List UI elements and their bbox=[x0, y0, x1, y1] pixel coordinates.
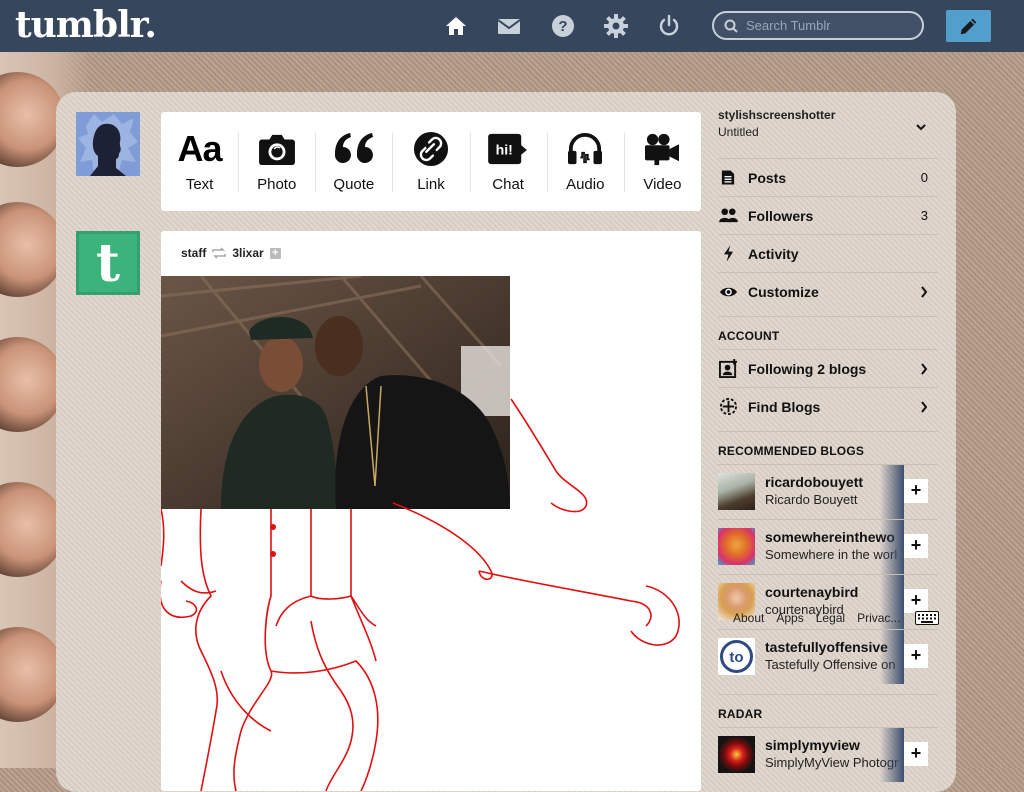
user-avatar[interactable] bbox=[76, 112, 140, 176]
add-user-icon bbox=[718, 359, 738, 379]
sidebar-item-label: Following 2 blogs bbox=[748, 360, 867, 377]
people-icon bbox=[718, 206, 738, 226]
follow-button[interactable]: + bbox=[904, 742, 928, 766]
footer-links: About Apps Legal Privac... bbox=[733, 611, 900, 625]
tumblr-logo[interactable]: tumblr. bbox=[15, 4, 157, 46]
post-type-label: Chat bbox=[492, 176, 524, 193]
blog-avatar bbox=[718, 528, 755, 565]
search-icon bbox=[724, 19, 738, 33]
power-icon[interactable] bbox=[657, 14, 681, 38]
post-type-photo[interactable]: Photo bbox=[238, 112, 315, 211]
post-type-label: Link bbox=[417, 176, 445, 193]
sidebar-item-posts[interactable]: Posts 0 bbox=[718, 158, 938, 196]
recommended-section-title: RECOMMENDED BLOGS bbox=[718, 431, 938, 464]
top-navigation-bar: tumblr. ? bbox=[0, 0, 1024, 52]
sidebar-item-followers[interactable]: Followers 3 bbox=[718, 196, 938, 234]
pencil-icon bbox=[960, 18, 976, 35]
follow-button[interactable]: + bbox=[904, 589, 928, 613]
headphones-icon bbox=[565, 130, 605, 168]
camera-icon bbox=[258, 130, 296, 168]
keyboard-icon[interactable] bbox=[915, 611, 939, 625]
sidebar-item-label: Customize bbox=[748, 283, 819, 300]
dashboard-post: staff 3lixar + bbox=[161, 231, 701, 791]
radar-blog[interactable]: simplymyview SimplyMyView Photogr + bbox=[718, 727, 938, 782]
followers-count: 3 bbox=[920, 208, 928, 223]
recommended-blog[interactable]: ricardobouyett Ricardo Bouyett + bbox=[718, 464, 938, 519]
text-icon: Aa bbox=[177, 128, 223, 169]
blog-name: stylishscreenshotter bbox=[718, 108, 836, 122]
chevron-right-icon bbox=[921, 400, 928, 413]
tumblr-blog-logo[interactable]: t bbox=[76, 231, 140, 295]
blog-avatar: to bbox=[718, 638, 755, 675]
post-type-video[interactable]: Video bbox=[623, 112, 701, 211]
sidebar-item-find-blogs[interactable]: Find Blogs bbox=[718, 387, 938, 425]
sidebar-item-activity[interactable]: Activity bbox=[718, 234, 938, 272]
search-input[interactable] bbox=[744, 17, 918, 34]
post-type-label: Audio bbox=[566, 176, 605, 193]
dashboard-sidebar: stylishscreenshotter Untitled Posts 0 Fo… bbox=[718, 108, 938, 782]
post-type-link[interactable]: Link bbox=[392, 112, 469, 211]
fade-overlay bbox=[880, 520, 904, 574]
follow-button[interactable]: + bbox=[904, 644, 928, 668]
sidebar-item-following[interactable]: Following 2 blogs bbox=[718, 349, 938, 387]
chevron-right-icon bbox=[921, 362, 928, 375]
post-type-label: Quote bbox=[333, 176, 375, 193]
blog-menu: Posts 0 Followers 3 Activity Customize A… bbox=[718, 158, 938, 782]
sidebar-item-label: Find Blogs bbox=[748, 398, 821, 415]
recommended-blog[interactable]: somewhereinthewo Somewhere in the worl + bbox=[718, 519, 938, 574]
footer-link-privacy[interactable]: Privac... bbox=[857, 611, 900, 625]
blog-avatar bbox=[718, 473, 755, 510]
sketch-button-dot bbox=[270, 551, 276, 557]
svg-text:to: to bbox=[729, 649, 743, 666]
post-type-label: Text bbox=[185, 176, 214, 193]
chat-icon: hi! bbox=[488, 130, 528, 168]
sidebar-item-label: Followers bbox=[748, 207, 814, 224]
posts-count: 0 bbox=[920, 170, 928, 185]
footer-link-apps[interactable]: Apps bbox=[776, 611, 803, 625]
sidebar-item-label: Posts bbox=[748, 169, 787, 186]
help-icon[interactable]: ? bbox=[551, 14, 575, 38]
sketch-button-dot bbox=[270, 524, 276, 530]
blog-avatar bbox=[718, 736, 755, 773]
chevron-down-icon[interactable] bbox=[916, 122, 926, 132]
sidebar-item-label: Activity bbox=[748, 245, 799, 262]
eye-icon bbox=[718, 282, 738, 302]
blog-title: Untitled bbox=[718, 125, 759, 139]
compose-button[interactable] bbox=[946, 10, 991, 42]
account-section-title: ACCOUNT bbox=[718, 316, 938, 349]
footer-link-about[interactable]: About bbox=[733, 611, 764, 625]
red-sketch-drawing bbox=[161, 398, 680, 791]
recommended-blog[interactable]: to tastefullyoffensive Tastefully Offens… bbox=[718, 629, 938, 684]
radar-section-title: RADAR bbox=[718, 694, 938, 727]
sidebar-item-customize[interactable]: Customize bbox=[718, 272, 938, 310]
post-type-text[interactable]: Aa Text bbox=[161, 112, 238, 211]
post-type-label: Video bbox=[643, 176, 682, 193]
quote-icon bbox=[333, 130, 375, 168]
post-type-label: Photo bbox=[257, 176, 297, 193]
search-box[interactable] bbox=[712, 11, 924, 40]
footer-link-legal[interactable]: Legal bbox=[816, 611, 845, 625]
post-type-bar: Aa Text Photo Quote Link hi! Chat Audio bbox=[161, 112, 701, 211]
chevron-right-icon bbox=[921, 285, 928, 298]
document-icon bbox=[718, 168, 738, 188]
home-icon[interactable] bbox=[444, 14, 468, 38]
post-type-audio[interactable]: Audio bbox=[546, 112, 624, 211]
mail-icon[interactable] bbox=[497, 14, 521, 38]
fade-overlay bbox=[880, 728, 904, 782]
follow-button[interactable]: + bbox=[904, 479, 928, 503]
follow-button[interactable]: + bbox=[904, 534, 928, 558]
fade-overlay bbox=[880, 630, 904, 684]
video-camera-icon bbox=[643, 130, 681, 168]
post-type-quote[interactable]: Quote bbox=[315, 112, 392, 211]
blog-switcher[interactable]: stylishscreenshotter Untitled bbox=[718, 108, 938, 144]
svg-text:hi!: hi! bbox=[496, 143, 513, 159]
lightning-icon bbox=[718, 244, 738, 264]
svg-text:?: ? bbox=[558, 18, 567, 35]
link-icon bbox=[413, 130, 449, 168]
fade-overlay bbox=[880, 465, 904, 519]
post-type-chat[interactable]: hi! Chat bbox=[469, 112, 547, 211]
compass-icon bbox=[718, 397, 738, 417]
gear-icon[interactable] bbox=[604, 14, 628, 38]
